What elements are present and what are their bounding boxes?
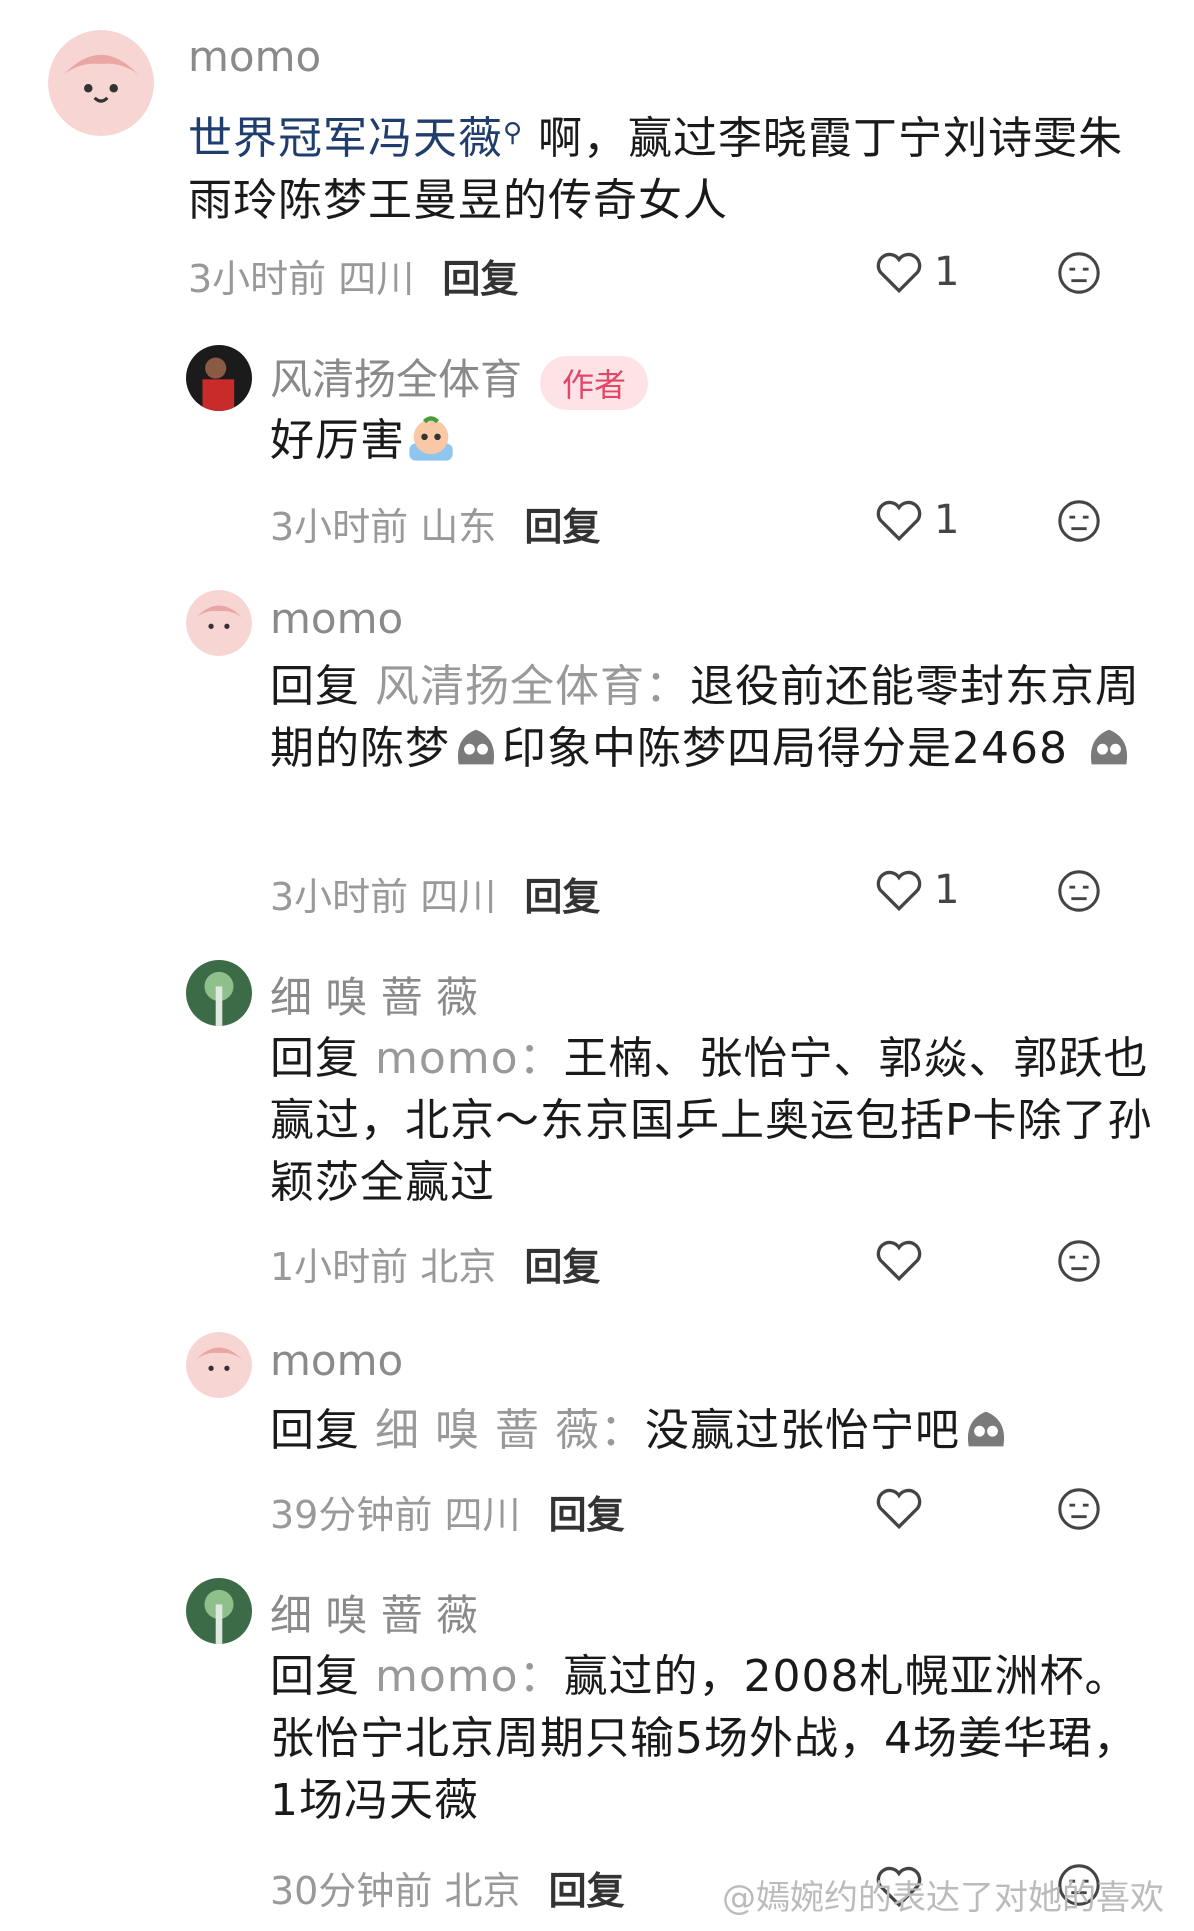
comment-meta: 30分钟前 北京 回复 <box>270 1860 625 1915</box>
reply-to-user[interactable]: 风清扬全体育： <box>375 661 690 712</box>
neutral-face-icon <box>1058 1240 1100 1282</box>
dislike-button[interactable] <box>1056 1486 1102 1532</box>
dislike-button[interactable] <box>1056 1238 1102 1284</box>
avatar-image <box>186 345 252 411</box>
location: 北京 <box>444 1869 521 1913</box>
username[interactable]: 细 嗅 蔷 薇 <box>270 1582 478 1643</box>
avatar-xixiu[interactable] <box>186 960 252 1026</box>
heart-icon <box>876 1488 922 1530</box>
location: 四川 <box>338 257 415 301</box>
heart-icon <box>876 500 922 542</box>
reply-to-user[interactable]: momo： <box>375 1651 564 1702</box>
author-badge: 作者 <box>540 355 649 410</box>
comment-text-a: 赢过的，2008札幌亚洲杯。 <box>563 1651 1130 1702</box>
comment-meta: 3小时前 四川 回复 <box>270 866 600 921</box>
reply-prefix: 回复 <box>270 1651 360 1702</box>
reply-to-user[interactable]: momo： <box>375 1033 564 1084</box>
timestamp: 1小时前 <box>270 1245 409 1289</box>
reply-button[interactable]: 回复 <box>524 505 600 549</box>
neutral-face-icon <box>1058 870 1100 912</box>
sad-blob-emoji-icon <box>960 1403 1012 1455</box>
comment-meta: 1小时前 北京 回复 <box>270 1236 600 1291</box>
reply-prefix: 回复 <box>270 1405 360 1456</box>
avatar-image <box>186 590 252 656</box>
location: 四川 <box>420 875 497 919</box>
comment-text: 回复 细 嗅 蔷 薇：没赢过张怡宁吧 <box>270 1400 1154 1462</box>
reply-button[interactable]: 回复 <box>524 1245 600 1289</box>
avatar-momo[interactable] <box>186 1332 252 1398</box>
comment-meta: 3小时前 四川 回复 <box>188 248 518 303</box>
heart-icon <box>876 1240 922 1282</box>
username[interactable]: 风清扬全体育 作者 <box>270 346 649 410</box>
timestamp: 30分钟前 <box>270 1869 433 1913</box>
reply-button[interactable]: 回复 <box>442 257 518 301</box>
avatar-momo[interactable] <box>186 590 252 656</box>
reply-button[interactable]: 回复 <box>524 875 600 919</box>
like-button[interactable]: 1 <box>874 860 984 920</box>
like-button[interactable]: 1 <box>874 242 984 302</box>
comment-text-b: 张怡宁北京周期只输5场外战，4场姜华珺， <box>270 1713 1138 1764</box>
reply-button[interactable]: 回复 <box>549 1869 625 1913</box>
avatar-author[interactable] <box>186 345 252 411</box>
like-button[interactable] <box>874 1478 984 1538</box>
reply-prefix: 回复 <box>270 661 360 712</box>
like-count: 1 <box>934 867 960 913</box>
comment-text-body: 好厉害 <box>270 415 405 466</box>
avatar-image <box>186 1578 252 1644</box>
comment-text: 回复 momo：赢过的，2008札幌亚洲杯。 张怡宁北京周期只输5场外战，4场姜… <box>270 1646 1154 1832</box>
comment-text-body: 没赢过张怡宁吧 <box>644 1405 960 1456</box>
comment-text: 回复 风清扬全体育：退役前还能零封东京周期的陈梦 印象中陈梦四局得分是2468 <box>270 656 1154 780</box>
timestamp: 3小时前 <box>188 257 327 301</box>
reply-prefix: 回复 <box>270 1033 360 1084</box>
avatar-momo[interactable] <box>48 30 154 136</box>
neutral-face-icon <box>1058 1488 1100 1530</box>
watermark: @嫣婉约的表达了对她的喜欢 <box>722 1878 1164 1918</box>
avatar-xixiu[interactable] <box>186 1578 252 1644</box>
username[interactable]: 细 嗅 蔷 薇 <box>270 964 478 1025</box>
comment-text: 世界冠军冯天薇⚲ 啊，赢过李晓霞丁宁刘诗雯朱雨玲陈梦王曼昱的传奇女人 <box>188 102 1154 232</box>
timestamp: 39分钟前 <box>270 1493 433 1537</box>
crying-emoji-icon <box>405 413 457 465</box>
sad-blob-emoji-icon <box>1083 721 1135 773</box>
timestamp: 3小时前 <box>270 505 409 549</box>
username-text: 风清扬全体育 <box>270 355 523 404</box>
avatar-image <box>186 960 252 1026</box>
dislike-button[interactable] <box>1056 250 1102 296</box>
like-count: 1 <box>934 497 960 543</box>
like-button[interactable]: 1 <box>874 490 984 550</box>
like-count: 1 <box>934 249 960 295</box>
comment-meta: 3小时前 山东 回复 <box>270 496 600 551</box>
avatar-image <box>186 1332 252 1398</box>
comment-meta: 39分钟前 四川 回复 <box>270 1484 625 1539</box>
comment-text: 好厉害 <box>270 410 1154 472</box>
username[interactable]: momo <box>270 1336 403 1385</box>
like-button[interactable] <box>874 1230 984 1290</box>
dislike-button[interactable] <box>1056 868 1102 914</box>
sad-blob-emoji-icon <box>450 721 502 773</box>
dislike-button[interactable] <box>1056 498 1102 544</box>
location: 四川 <box>444 1493 521 1537</box>
comment-text-b: 印象中陈梦四局得分是2468 <box>502 723 1068 774</box>
location: 北京 <box>420 1245 497 1289</box>
heart-icon <box>876 870 922 912</box>
reply-button[interactable]: 回复 <box>549 1493 625 1537</box>
search-icon[interactable]: ⚲ <box>503 118 523 148</box>
username[interactable]: momo <box>270 594 403 643</box>
avatar-image <box>48 30 154 136</box>
timestamp: 3小时前 <box>270 875 409 919</box>
neutral-face-icon <box>1058 252 1100 294</box>
reply-to-user[interactable]: 细 嗅 蔷 薇： <box>375 1405 645 1456</box>
comment-text-c: 1场冯天薇 <box>270 1775 479 1826</box>
location: 山东 <box>420 505 497 549</box>
mention-link[interactable]: 世界冠军冯天薇 <box>188 113 503 164</box>
neutral-face-icon <box>1058 500 1100 542</box>
heart-icon <box>876 252 922 294</box>
username[interactable]: momo <box>188 32 321 81</box>
comment-text: 回复 momo：王楠、张怡宁、郭焱、郭跃也赢过，北京～东京国乒上奥运包括P卡除了… <box>270 1028 1154 1214</box>
